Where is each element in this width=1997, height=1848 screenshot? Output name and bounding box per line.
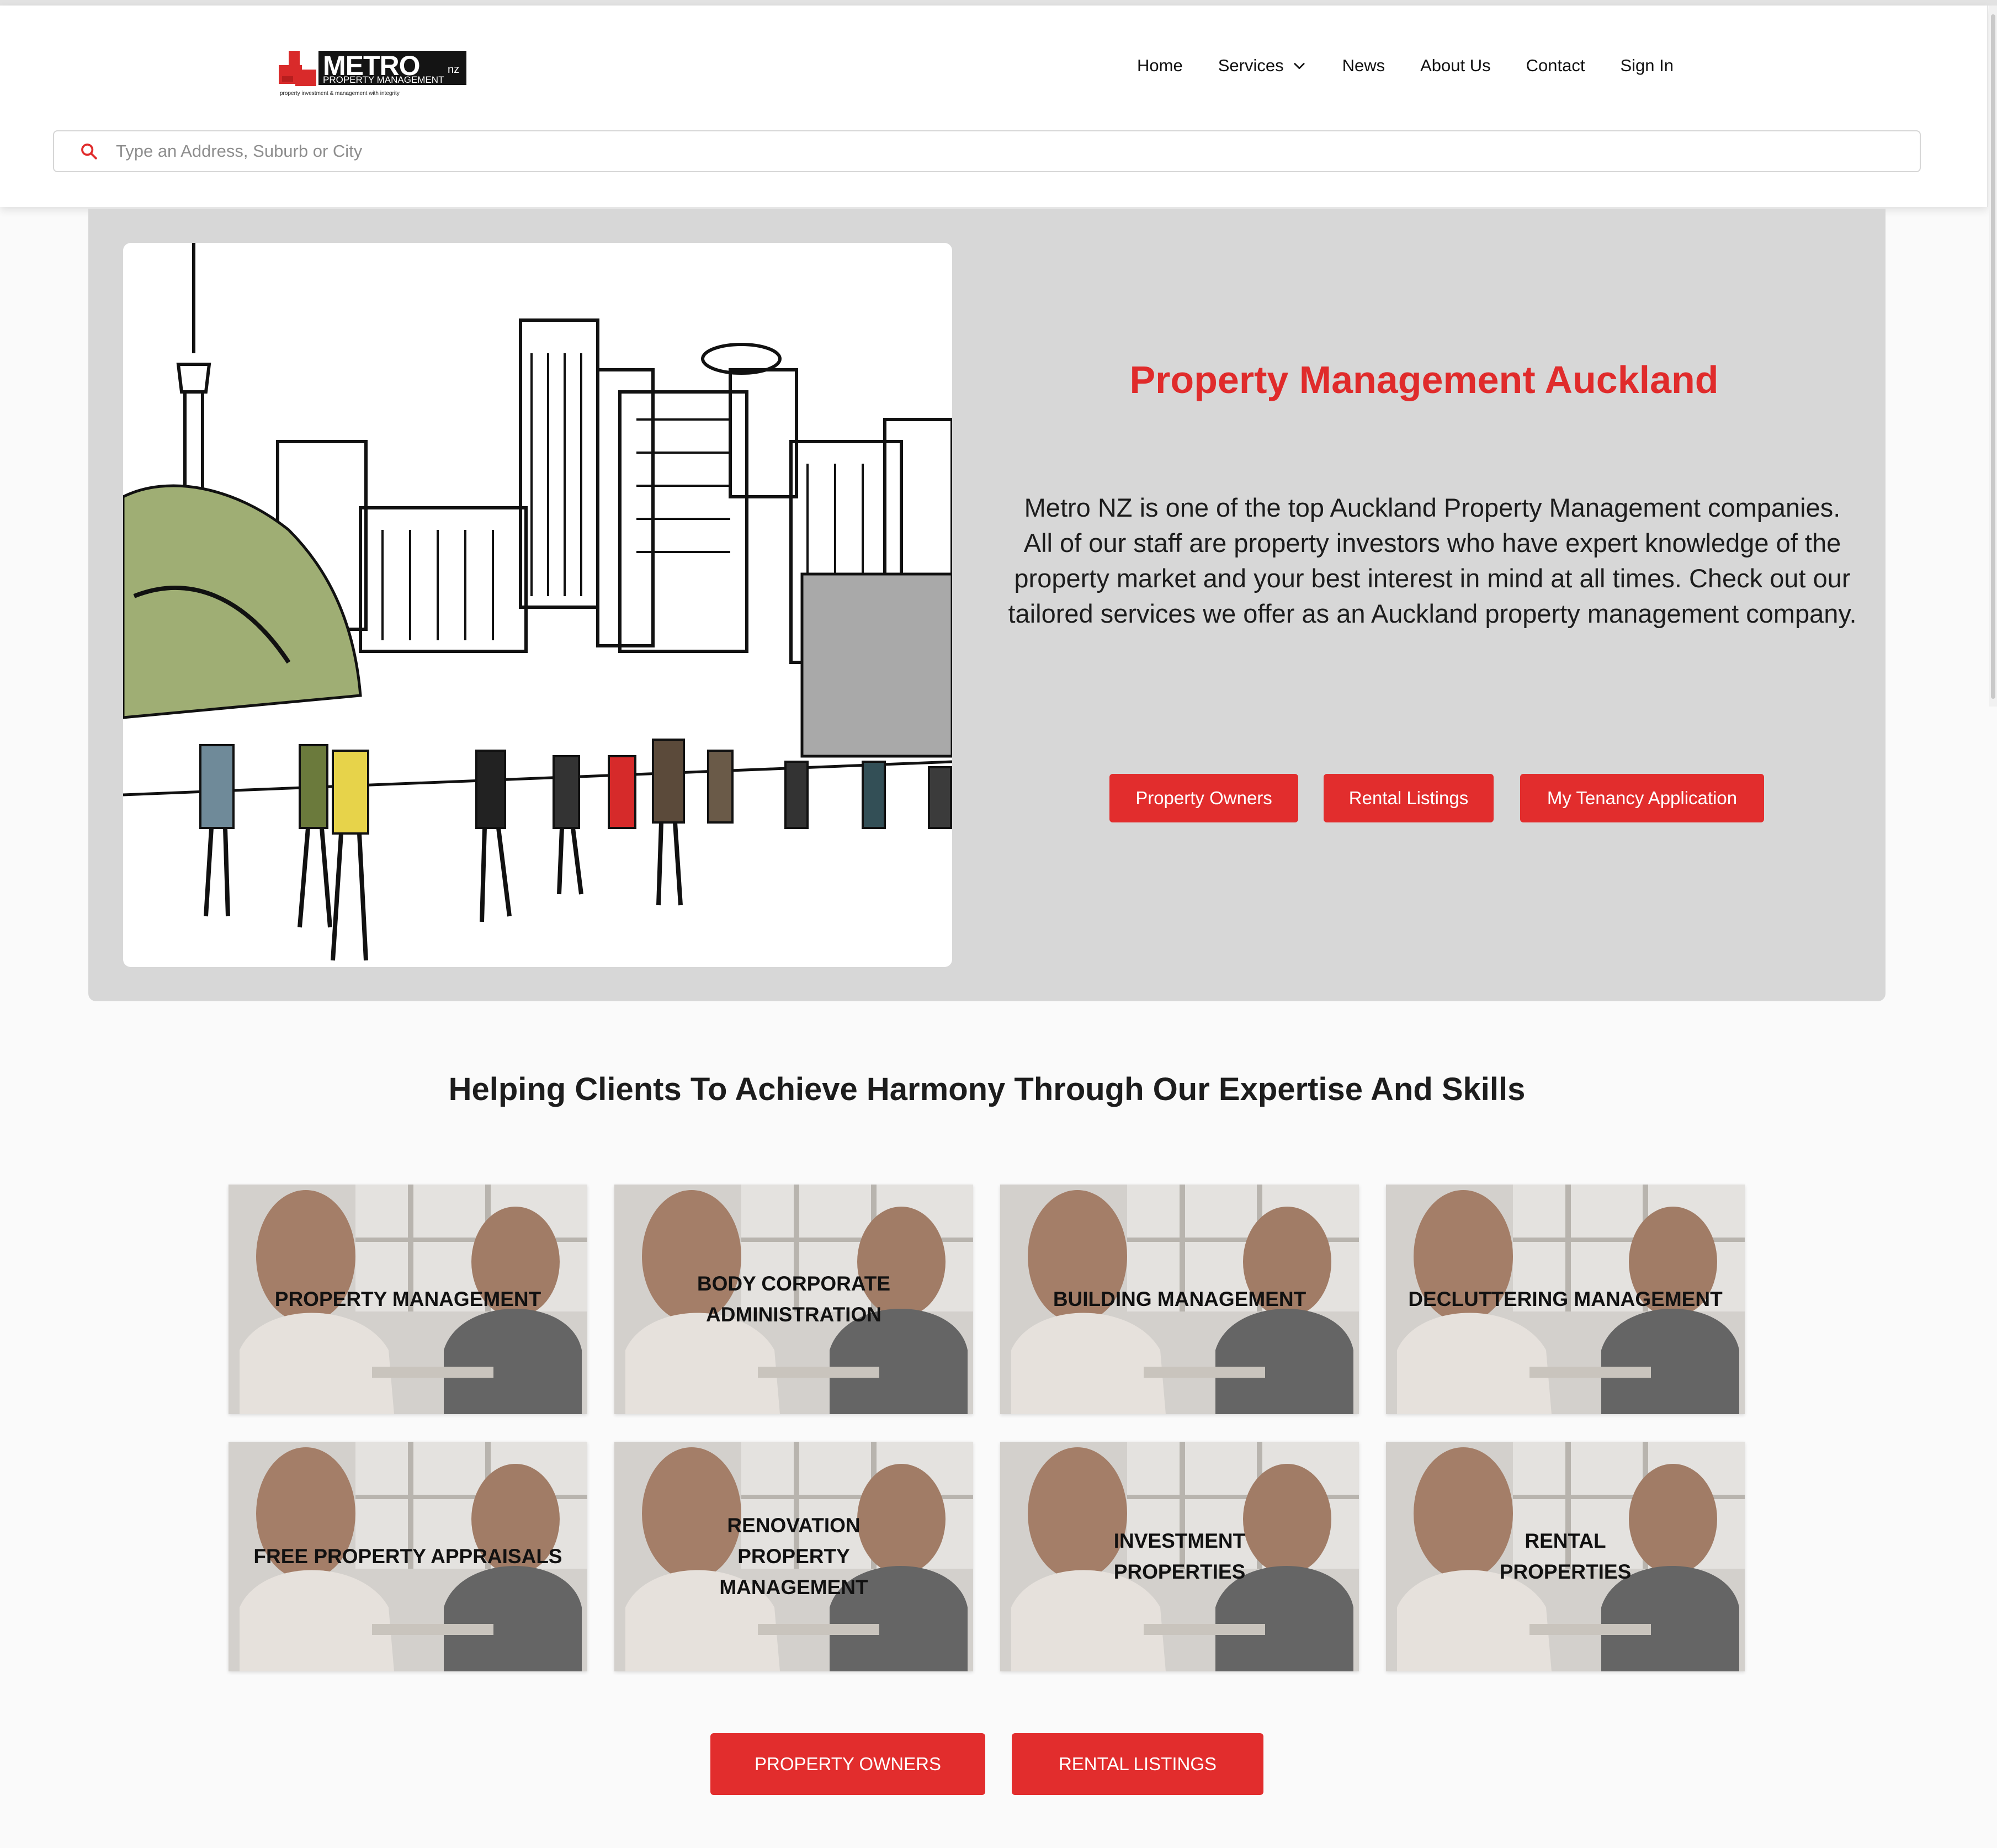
search-icon[interactable]: [79, 142, 98, 161]
hero-title: Property Management Auckland: [1129, 358, 1719, 401]
service-card-decluttering-management[interactable]: DECLUTTERING MANAGEMENT: [1386, 1185, 1745, 1414]
nav-home[interactable]: Home: [1137, 56, 1183, 76]
services-section-title: Helping Clients To Achieve Harmony Throu…: [448, 1071, 1526, 1107]
service-card-rental-properties[interactable]: RENTAL PROPERTIES: [1386, 1442, 1745, 1671]
nav-about-label: About Us: [1420, 56, 1491, 75]
nav-about-us[interactable]: About Us: [1420, 56, 1491, 76]
service-card-label: INVESTMENT PROPERTIES: [1113, 1530, 1246, 1583]
nav-services[interactable]: Services: [1218, 56, 1307, 76]
nav-contact[interactable]: Contact: [1526, 56, 1585, 76]
rental-listings-button[interactable]: Rental Listings: [1324, 774, 1494, 822]
service-card-label: PROPERTY MANAGEMENT: [274, 1288, 541, 1310]
property-owners-button-label: Property Owners: [1135, 788, 1272, 808]
main-nav: Home Services News About Us Contact Sign…: [1137, 52, 1674, 79]
rental-listings-cta-button[interactable]: RENTAL LISTINGS: [1012, 1733, 1263, 1795]
browser-top-border: [0, 0, 1997, 6]
logo-suffix: nz: [448, 63, 459, 76]
service-card-renovation-property-management[interactable]: RENOVATION PROPERTY MANAGEMENT: [614, 1442, 973, 1671]
service-card-building-management[interactable]: BUILDING MANAGEMENT: [1000, 1185, 1359, 1414]
service-card-label: DECLUTTERING MANAGEMENT: [1408, 1288, 1723, 1310]
nav-sign-in-label: Sign In: [1620, 56, 1674, 75]
scrollbar-thumb[interactable]: [1991, 14, 1995, 699]
search-input[interactable]: [115, 141, 1920, 162]
nav-news-label: News: [1342, 56, 1385, 75]
service-card-label: BUILDING MANAGEMENT: [1053, 1288, 1306, 1310]
page-scrollbar[interactable]: [1989, 6, 1997, 707]
auckland-city-sketch-image: [123, 243, 952, 967]
service-card-investment-properties[interactable]: INVESTMENT PROPERTIES: [1000, 1442, 1359, 1671]
chevron-down-icon: [1294, 63, 1305, 70]
service-card-property-management[interactable]: PROPERTY MANAGEMENT: [229, 1185, 587, 1414]
logo-graphic: METRO nz PROPERTY MANAGEMENT property in…: [279, 50, 466, 97]
rental-listings-button-label: Rental Listings: [1348, 788, 1469, 808]
property-owners-cta-button[interactable]: PROPERTY OWNERS: [710, 1733, 985, 1795]
site-logo[interactable]: METRO nz PROPERTY MANAGEMENT property in…: [279, 45, 469, 100]
logo-tagline: property investment & management with in…: [280, 91, 400, 97]
service-card-free-property-appraisals[interactable]: FREE PROPERTY APPRAISALS: [229, 1442, 587, 1671]
hero-section: Property Management Auckland Metro NZ is…: [88, 209, 1886, 1001]
service-card-label: RENTAL PROPERTIES: [1499, 1530, 1632, 1583]
property-owners-button[interactable]: Property Owners: [1109, 774, 1298, 822]
service-card-label: RENOVATION PROPERTY MANAGEMENT: [719, 1514, 868, 1599]
nav-sign-in[interactable]: Sign In: [1620, 56, 1674, 76]
hero-description: Metro NZ is one of the top Auckland Prop…: [1008, 493, 1857, 628]
nav-news[interactable]: News: [1342, 56, 1385, 76]
address-search-bar: [53, 130, 1921, 172]
nav-home-label: Home: [1137, 56, 1183, 75]
service-card-label: FREE PROPERTY APPRAISALS: [253, 1545, 562, 1568]
nav-services-label: Services: [1218, 56, 1284, 75]
site-header: METRO nz PROPERTY MANAGEMENT property in…: [0, 6, 1988, 207]
my-tenancy-application-button[interactable]: My Tenancy Application: [1520, 774, 1764, 822]
property-owners-cta-label: PROPERTY OWNERS: [754, 1754, 941, 1774]
service-card-label: BODY CORPORATE ADMINISTRATION: [697, 1272, 891, 1326]
nav-contact-label: Contact: [1526, 56, 1585, 75]
rental-listings-cta-label: RENTAL LISTINGS: [1058, 1754, 1217, 1774]
my-tenancy-application-button-label: My Tenancy Application: [1547, 788, 1738, 808]
logo-sub: PROPERTY MANAGEMENT: [323, 75, 444, 85]
service-card-body-corporate-administration[interactable]: BODY CORPORATE ADMINISTRATION: [614, 1185, 973, 1414]
